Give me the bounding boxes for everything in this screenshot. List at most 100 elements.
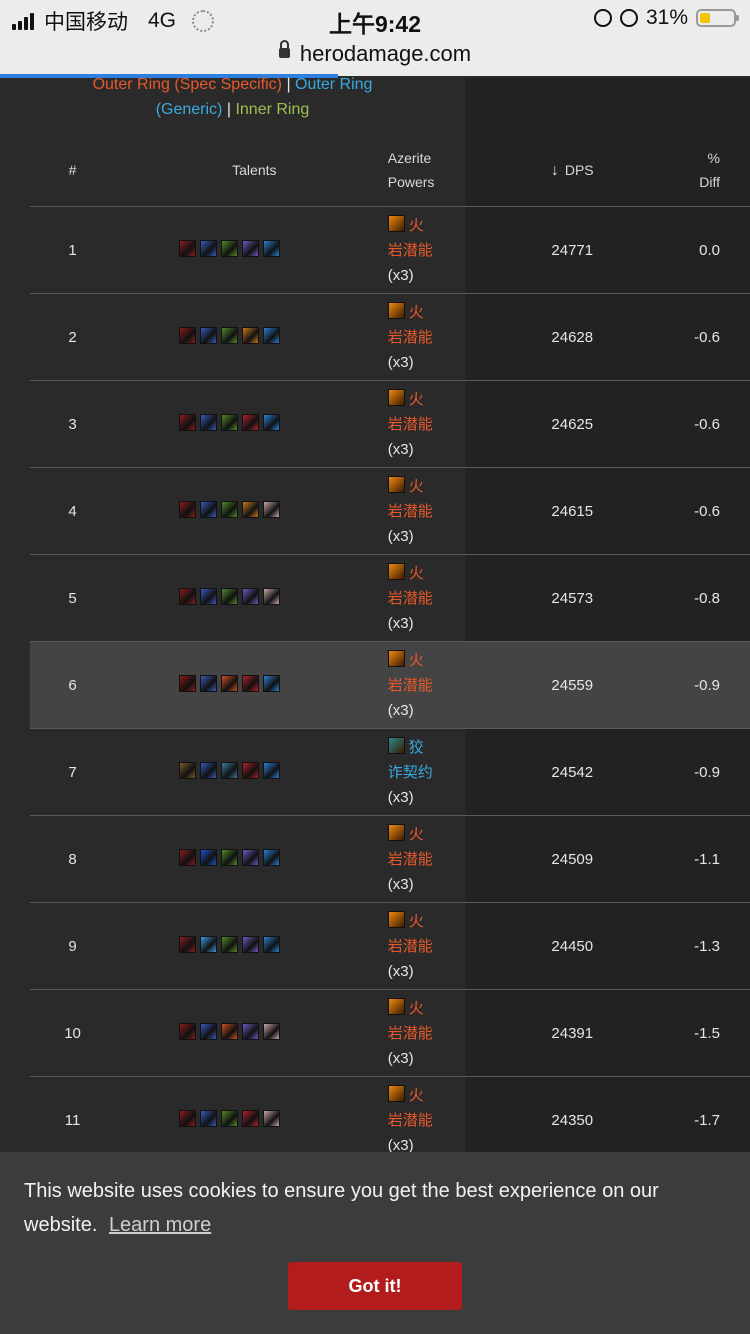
talent-icon[interactable] xyxy=(200,239,218,257)
talent-icon[interactable] xyxy=(263,239,281,257)
talent-icon[interactable] xyxy=(200,674,218,692)
talent-icon[interactable] xyxy=(200,935,218,953)
azerite-power-link-cont[interactable]: 岩潜能 xyxy=(388,242,433,259)
header-azerite[interactable]: Azerite Powers xyxy=(387,134,498,207)
header-diff[interactable]: % Diff xyxy=(646,134,750,207)
talent-icon[interactable] xyxy=(179,674,197,692)
talent-icon[interactable] xyxy=(221,935,239,953)
talent-icon[interactable] xyxy=(263,413,281,431)
talent-icon[interactable] xyxy=(200,761,218,779)
azerite-power-link[interactable]: 火 xyxy=(409,826,424,843)
table-row[interactable]: 8 火岩潜能 (x3) 24509 -1.1 xyxy=(30,815,750,903)
talent-icon[interactable] xyxy=(200,1109,218,1127)
talent-icon[interactable] xyxy=(179,935,197,953)
talent-icon[interactable] xyxy=(263,500,281,518)
talent-icon[interactable] xyxy=(200,500,218,518)
talent-icon[interactable] xyxy=(263,848,281,866)
talent-icon[interactable] xyxy=(221,239,239,257)
table-row[interactable]: 6 火岩潜能 (x3) 24559 -0.9 xyxy=(30,641,750,729)
table-row[interactable]: 7 狡诈契约 (x3) 24542 -0.9 xyxy=(30,728,750,816)
talent-icon[interactable] xyxy=(221,326,239,344)
talent-icon[interactable] xyxy=(179,413,197,431)
table-row[interactable]: 11 火岩潜能 (x3) 24350 -1.7 xyxy=(30,1076,750,1164)
azerite-power-icon[interactable] xyxy=(387,910,405,928)
table-row[interactable]: 2 火岩潜能 (x3) 24628 -0.6 xyxy=(30,293,750,381)
azerite-power-icon[interactable] xyxy=(387,301,405,319)
azerite-power-link-cont[interactable]: 岩潜能 xyxy=(388,677,433,694)
azerite-power-link[interactable]: 火 xyxy=(409,652,424,669)
azerite-power-link-cont[interactable]: 岩潜能 xyxy=(388,851,433,868)
azerite-power-link-cont[interactable]: 诈契约 xyxy=(388,764,433,781)
table-row[interactable]: 10 火岩潜能 (x3) 24391 -1.5 xyxy=(30,989,750,1077)
talent-icon[interactable] xyxy=(179,587,197,605)
talent-icon[interactable] xyxy=(242,761,260,779)
azerite-power-icon[interactable] xyxy=(387,214,405,232)
talent-icon[interactable] xyxy=(242,848,260,866)
talent-icon[interactable] xyxy=(263,1109,281,1127)
azerite-power-icon[interactable] xyxy=(387,562,405,580)
azerite-power-icon[interactable] xyxy=(387,823,405,841)
talent-icon[interactable] xyxy=(200,413,218,431)
talent-icon[interactable] xyxy=(221,761,239,779)
header-talents[interactable]: Talents xyxy=(115,134,388,207)
talent-icon[interactable] xyxy=(200,1022,218,1040)
azerite-power-icon[interactable] xyxy=(387,388,405,406)
talent-icon[interactable] xyxy=(200,848,218,866)
azerite-power-link-cont[interactable]: 岩潜能 xyxy=(388,1025,433,1042)
talent-icon[interactable] xyxy=(263,326,281,344)
table-row[interactable]: 4 火岩潜能 (x3) 24615 -0.6 xyxy=(30,467,750,555)
azerite-power-link-cont[interactable]: 岩潜能 xyxy=(388,938,433,955)
azerite-power-link-cont[interactable]: 岩潜能 xyxy=(388,416,433,433)
azerite-power-link-cont[interactable]: 岩潜能 xyxy=(388,503,433,520)
talent-icon[interactable] xyxy=(179,1022,197,1040)
address-bar[interactable]: herodamage.com xyxy=(0,40,750,76)
talent-icon[interactable] xyxy=(179,848,197,866)
header-rank[interactable]: # xyxy=(30,134,116,207)
talent-icon[interactable] xyxy=(200,326,218,344)
talent-icon[interactable] xyxy=(179,239,197,257)
talent-icon[interactable] xyxy=(242,935,260,953)
accept-cookies-button[interactable]: Got it! xyxy=(288,1262,462,1310)
table-row[interactable]: 1 火岩潜能 (x3) 24771 0.0 xyxy=(30,206,750,294)
azerite-power-icon[interactable] xyxy=(387,649,405,667)
azerite-power-icon[interactable] xyxy=(387,1084,405,1102)
talent-icon[interactable] xyxy=(242,500,260,518)
talent-icon[interactable] xyxy=(221,587,239,605)
table-row[interactable]: 9 火岩潜能 (x3) 24450 -1.3 xyxy=(30,902,750,990)
talent-icon[interactable] xyxy=(242,239,260,257)
azerite-power-link-cont[interactable]: 岩潜能 xyxy=(388,329,433,346)
talent-icon[interactable] xyxy=(263,935,281,953)
azerite-power-link[interactable]: 火 xyxy=(409,217,424,234)
talent-icon[interactable] xyxy=(221,413,239,431)
table-row[interactable]: 5 火岩潜能 (x3) 24573 -0.8 xyxy=(30,554,750,642)
azerite-power-icon[interactable] xyxy=(387,997,405,1015)
azerite-power-link[interactable]: 火 xyxy=(409,478,424,495)
azerite-power-link-cont[interactable]: 岩潜能 xyxy=(388,1112,433,1129)
talent-icon[interactable] xyxy=(242,326,260,344)
talent-icon[interactable] xyxy=(242,587,260,605)
talent-icon[interactable] xyxy=(242,1022,260,1040)
talent-icon[interactable] xyxy=(221,1109,239,1127)
table-row[interactable]: 3 火岩潜能 (x3) 24625 -0.6 xyxy=(30,380,750,468)
talent-icon[interactable] xyxy=(200,587,218,605)
talent-icon[interactable] xyxy=(263,674,281,692)
learn-more-link[interactable]: Learn more xyxy=(109,1214,211,1236)
talent-icon[interactable] xyxy=(179,500,197,518)
azerite-power-link[interactable]: 火 xyxy=(409,1087,424,1104)
talent-icon[interactable] xyxy=(263,761,281,779)
azerite-power-link[interactable]: 火 xyxy=(409,913,424,930)
azerite-power-link[interactable]: 狡 xyxy=(409,739,424,756)
header-dps[interactable]: ↓ DPS xyxy=(497,134,647,207)
azerite-power-icon[interactable] xyxy=(387,475,405,493)
azerite-power-link[interactable]: 火 xyxy=(409,565,424,582)
talent-icon[interactable] xyxy=(242,413,260,431)
talent-icon[interactable] xyxy=(242,674,260,692)
azerite-power-link[interactable]: 火 xyxy=(409,1000,424,1017)
talent-icon[interactable] xyxy=(179,761,197,779)
talent-icon[interactable] xyxy=(263,587,281,605)
azerite-power-icon[interactable] xyxy=(387,736,405,754)
talent-icon[interactable] xyxy=(179,1109,197,1127)
talent-icon[interactable] xyxy=(179,326,197,344)
talent-icon[interactable] xyxy=(242,1109,260,1127)
azerite-power-link[interactable]: 火 xyxy=(409,391,424,408)
